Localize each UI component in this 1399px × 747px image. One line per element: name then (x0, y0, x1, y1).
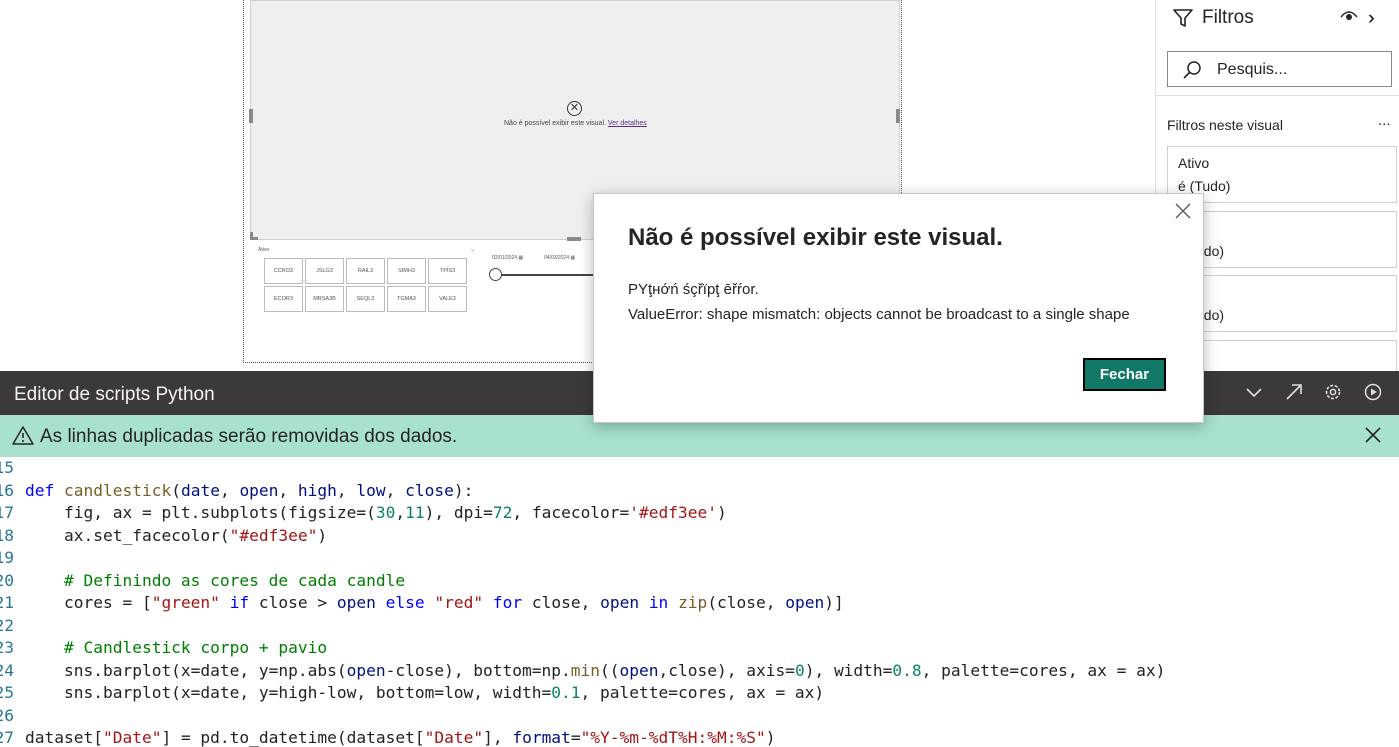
search-icon (1183, 61, 1201, 79)
see-details-link[interactable]: Ver detalhes (608, 120, 647, 127)
warning-icon (12, 426, 34, 445)
ticker-chip[interactable]: CCRO3 (264, 258, 303, 284)
dialog-title: Não é possível exibir este visual. (628, 224, 1003, 251)
line-number: 22 (0, 615, 14, 635)
chevron-down-icon[interactable] (1243, 381, 1265, 403)
gear-icon[interactable] (1322, 381, 1344, 403)
filters-title: Filtros (1202, 7, 1254, 28)
close-circle-icon: ✕ (567, 101, 582, 116)
more-options-icon[interactable]: ... (1378, 112, 1391, 129)
close-dialog-button[interactable]: Fechar (1083, 358, 1166, 391)
code-line: 18 ax.set_facecolor("#edf3ee") (0, 525, 1399, 548)
ticker-chip[interactable]: TPIS3 (428, 258, 467, 284)
editor-title: Editor de scripts Python (14, 384, 215, 405)
slicer-title: Ativo (258, 247, 270, 253)
code-text: sns.barplot(x=date, y=high-low, bottom=l… (25, 683, 825, 702)
code-text: ax.set_facecolor("#edf3ee") (25, 525, 328, 545)
calendar-icon: ▦ (570, 255, 576, 261)
ticker-chip[interactable]: JSLG3 (305, 258, 344, 284)
code-line: 20 # Definindo as cores de cada candle (0, 570, 1399, 593)
close-icon[interactable] (1362, 424, 1384, 446)
code-line: 21 cores = ["green" if close > open else… (0, 592, 1399, 615)
ticker-chip[interactable]: SEQL3 (346, 286, 385, 312)
code-line: 16 def candlestick(date, open, high, low,… (0, 480, 1399, 503)
date-end-input[interactable]: 04/03/2024 ▦ (540, 252, 588, 264)
filter-card-name: Ativo (1178, 155, 1210, 171)
line-number: 24 (0, 660, 14, 680)
code-line: 27 dataset["Date"] = pd.to_datetime(datas… (0, 727, 1399, 747)
calendar-icon: ▦ (518, 255, 524, 261)
date-end-text: 04/03/2024 (544, 255, 570, 261)
code-text: fig, ax = plt.subplots(figsize=(30,11), … (25, 503, 727, 522)
line-number: 27 (0, 728, 14, 747)
ticker-chip[interactable]: TGMA3 (387, 286, 426, 312)
ticker-chip[interactable]: MRSA3B (305, 286, 344, 312)
filters-section-title: Filtros neste visual (1167, 117, 1283, 133)
date-start-input[interactable]: 02/01/2024 ▦ (488, 252, 536, 264)
chevron-down-icon[interactable]: ⌄ (470, 246, 475, 253)
code-line: 22 (0, 615, 1399, 638)
resize-handle-right[interactable] (896, 109, 900, 123)
code-line: 24 sns.barplot(x=date, y=np.abs(open-clo… (0, 660, 1399, 683)
resize-handle-bottom[interactable] (567, 237, 581, 241)
code-line: 15 (0, 457, 1399, 480)
filters-search-input[interactable]: Pesquis... (1167, 51, 1392, 87)
code-line: 25 sns.barplot(x=date, y=high-low, botto… (0, 682, 1399, 705)
line-number: 26 (0, 705, 14, 725)
code-text: def candlestick(date, open, high, low, c… (25, 480, 474, 500)
line-number: 21 (0, 593, 14, 612)
dialog-error-detail: ValueError: shape mismatch: objects cann… (628, 306, 1130, 323)
visual-error-message: Não é possível exibir este visual. Ver d… (504, 120, 647, 127)
ticker-chip[interactable]: RAIL3 (346, 258, 385, 284)
line-number: 16 (0, 480, 14, 500)
expand-icon[interactable] (1283, 381, 1305, 403)
ticker-chip[interactable]: SIMH3 (387, 258, 426, 284)
line-number: 25 (0, 683, 14, 702)
code-text: # Definindo as cores de cada candle (25, 570, 406, 590)
filter-funnel-icon (1173, 9, 1193, 27)
date-start-text: 02/01/2024 (492, 255, 518, 261)
warning-text: As linhas duplicadas serão removidas dos… (40, 426, 458, 447)
code-line: 23 # Candlestick corpo + pavio (0, 637, 1399, 660)
close-icon[interactable] (1174, 202, 1192, 220)
visual-error-text: Não é possível exibir este visual. (504, 120, 606, 127)
eye-icon[interactable] (1340, 9, 1358, 23)
code-text: cores = ["green" if close > open else "r… (25, 593, 844, 612)
code-line: 26 (0, 705, 1399, 728)
error-dialog: Não é possível exibir este visual. PYţнớ… (593, 193, 1204, 423)
code-line: 17 fig, ax = plt.subplots(figsize=(30,11… (0, 502, 1399, 525)
line-number: 15 (0, 458, 14, 477)
dialog-error-type: PYţнớń śçřïpţ ēřŕor. (628, 281, 759, 298)
line-number: 17 (0, 503, 14, 522)
resize-handle-bottom-left[interactable] (250, 232, 258, 240)
code-editor[interactable]: 15 16 def candlestick(date, open, high, l… (0, 457, 1399, 747)
resize-handle-left[interactable] (249, 109, 253, 123)
collapse-pane-icon[interactable]: ›› (1368, 8, 1373, 30)
line-number: 18 (0, 525, 14, 545)
filter-card-value: é (Tudo) (1178, 178, 1231, 194)
ticker-chip[interactable]: ECOR3 (264, 286, 303, 312)
line-number: 19 (0, 548, 14, 567)
line-number: 23 (0, 638, 14, 657)
ticker-chip[interactable]: VALE3 (428, 286, 467, 312)
line-number: 20 (0, 570, 14, 590)
code-text: sns.barplot(x=date, y=np.abs(open-close)… (25, 660, 1166, 680)
divider (1156, 95, 1399, 96)
run-script-icon[interactable] (1362, 381, 1384, 403)
code-text: dataset["Date"] = pd.to_datetime(dataset… (25, 728, 776, 747)
date-slider-track[interactable] (496, 274, 594, 276)
code-text: # Candlestick corpo + pavio (25, 638, 328, 657)
code-line: 19 (0, 547, 1399, 570)
date-slider-handle[interactable] (489, 268, 502, 281)
search-placeholder: Pesquis... (1217, 61, 1288, 78)
